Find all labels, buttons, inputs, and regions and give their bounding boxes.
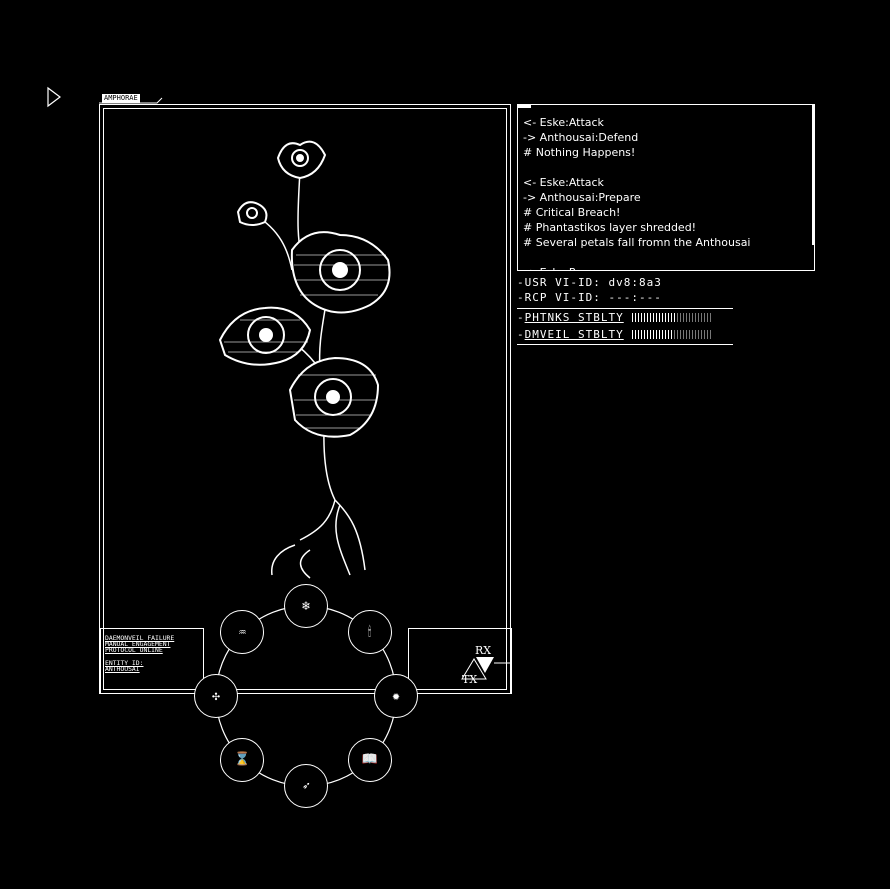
stability-row: - DMVEIL STBLTY — [517, 326, 737, 343]
log-line: # Nothing Happens! — [523, 146, 636, 159]
book-icon: 📖 — [361, 752, 378, 768]
stability-label: PHTNKS STBLTY — [524, 311, 624, 324]
gear-icon: ✹ — [392, 688, 400, 704]
rx-label: RX — [475, 644, 492, 657]
snowflake-icon: ❄ — [302, 598, 310, 614]
usr-id-label: USR VI-ID: — [524, 276, 601, 289]
panel-tab: AMPHORAE — [99, 94, 163, 104]
log-scrollbar[interactable] — [812, 105, 814, 245]
arrow-icon: ➶ — [302, 778, 310, 794]
mouse-cursor-icon — [47, 86, 61, 108]
arrow-action-button[interactable]: ➶ — [284, 764, 328, 808]
stability-bar — [631, 313, 711, 322]
log-line: # Several petals fall fromn the Anthousa… — [523, 236, 751, 249]
gear-action-button[interactable]: ✹ — [374, 674, 418, 718]
log-line: -> Anthousai:Prepare — [523, 191, 641, 204]
usr-id-row: -USR VI-ID: dv8:8a3 — [517, 276, 662, 289]
stability-bar — [631, 330, 711, 339]
hourglass-action-button[interactable]: ⌛ — [220, 737, 265, 782]
usr-id-value: dv8:8a3 — [608, 276, 662, 289]
book-action-button[interactable]: 📖 — [347, 737, 392, 782]
rcp-id-row: -RCP VI-ID: ---:--- — [517, 291, 662, 304]
compass-action-button[interactable]: ✣ — [194, 674, 238, 718]
tx-label: TX — [462, 673, 478, 686]
log-line: # Phantastikos layer shredded! — [523, 221, 697, 234]
log-tab — [517, 104, 531, 108]
rcp-id-label: RCP VI-ID: — [524, 291, 601, 304]
anthousai-entity-art — [218, 140, 391, 579]
log-line: # Critical Breach! — [523, 206, 621, 219]
stability-row: - PHTNKS STBLTY — [517, 309, 737, 326]
combat-log[interactable]: <- Eske:Attack -> Anthousai:Defend # Nothi… — [517, 104, 815, 271]
log-line: <- Eske:Prepare — [518, 265, 814, 270]
entity-id-value: ANTHOUSAI — [105, 665, 140, 673]
status-box: DAEMONVEIL FAILURE MANUAL ENGAGEMENT PRO… — [100, 628, 204, 694]
compass-icon: ✣ — [212, 688, 220, 704]
stats-panel: -USR VI-ID: dv8:8a3 -RCP VI-ID: ---:--- … — [517, 275, 737, 351]
status-line: PROTOCOL ONLINE — [105, 646, 163, 654]
aquarius-icon: ♒ — [238, 624, 247, 640]
stability-label: DMVEIL STBLTY — [524, 328, 624, 341]
candle-action-button[interactable]: 🕯 — [347, 610, 392, 655]
hourglass-icon: ⌛ — [234, 752, 251, 768]
log-line: -> Anthousai:Defend — [523, 131, 639, 144]
log-line: <- Eske:Attack — [523, 176, 604, 189]
log-line: <- Eske:Attack — [523, 116, 604, 129]
rcp-id-value: ---:--- — [608, 291, 662, 304]
snowflake-action-button[interactable]: ❄ — [284, 584, 328, 628]
panel-tab-label: AMPHORAE — [102, 94, 140, 103]
candle-icon: 🕯 — [367, 624, 372, 640]
